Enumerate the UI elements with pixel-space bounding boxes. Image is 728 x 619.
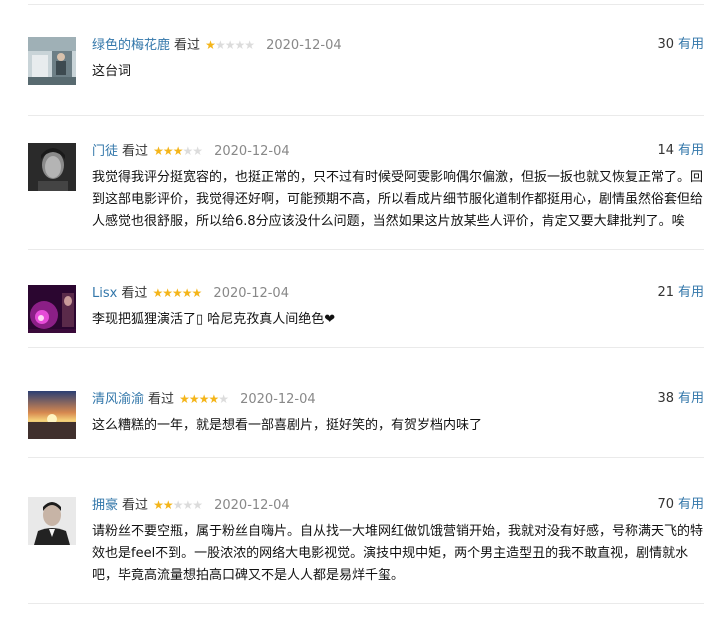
rating-stars: ★★★★★ [153,144,203,158]
comment-date: 2020-12-04 [213,286,289,301]
vote-area: 21 有用 [657,283,704,303]
watched-label: 看过 [122,144,149,159]
comment-date: 2020-12-04 [214,498,290,513]
divider [28,249,704,250]
vote-area: 38 有用 [657,389,704,409]
username-link[interactable]: 清风渝渝 [92,392,144,407]
watched-label: 看过 [174,38,201,53]
watched-label: 看过 [122,498,149,513]
vote-area: 30 有用 [657,35,704,55]
watched-label: 看过 [148,392,175,407]
vote-count: 38 [657,391,674,406]
vote-count: 30 [657,37,674,52]
avatar[interactable] [28,37,76,85]
username-link[interactable]: 绿色的梅花鹿 [92,38,170,53]
username-link[interactable]: Lisx [92,286,117,301]
comment-meta: 拥豪 看过 ★★★★★ 2020-12-04 [92,495,290,515]
comment-meta: 门徒 看过 ★★★★★ 2020-12-04 [92,141,290,161]
divider [28,347,704,348]
divider [28,457,704,458]
rating-stars: ★★★★★ [153,498,203,512]
avatar[interactable] [28,497,76,545]
divider [28,115,704,116]
vote-area: 70 有用 [657,495,704,515]
comment-meta: 绿色的梅花鹿 看过 ★★★★★ 2020-12-04 [92,35,342,55]
comment-text: 李现把狐狸演活了▯ 哈尼克孜真人间绝色❤ [92,312,336,327]
watched-label: 看过 [121,286,148,301]
comment-text: 请粉丝不要空瓶，属于粉丝自嗨片。自从找一大堆网红做饥饿营销开始，我就对没有好感，… [92,524,704,583]
username-link[interactable]: 门徒 [92,144,118,159]
comment-text: 这么糟糕的一年，就是想看一部喜剧片，挺好笑的，有贺岁档内味了 [92,418,483,433]
rating-stars: ★★★★★ [152,286,202,300]
rating-stars: ★★★★★ [205,38,255,52]
useful-button[interactable]: 有用 [678,285,704,300]
useful-button[interactable]: 有用 [678,37,704,52]
useful-button[interactable]: 有用 [678,391,704,406]
vote-area: 14 有用 [657,141,704,161]
useful-button[interactable]: 有用 [678,143,704,158]
comment-date: 2020-12-04 [240,392,316,407]
top-divider [28,4,704,5]
vote-count: 21 [657,285,674,300]
comment-text: 我觉得我评分挺宽容的，也挺正常的，只不过有时候受阿雯影响偶尔偏激，但扳一扳也就又… [92,170,704,229]
divider [28,603,704,604]
vote-count: 70 [657,497,674,512]
avatar[interactable] [28,391,76,439]
comment-date: 2020-12-04 [266,38,342,53]
useful-button[interactable]: 有用 [678,497,704,512]
vote-count: 14 [657,143,674,158]
rating-stars: ★★★★★ [179,392,229,406]
avatar[interactable] [28,143,76,191]
comment-text: 这台词 [92,64,132,79]
comment-meta: 清风渝渝 看过 ★★★★★ 2020-12-04 [92,389,316,409]
username-link[interactable]: 拥豪 [92,498,118,513]
avatar[interactable] [28,285,76,333]
comment-date: 2020-12-04 [214,144,290,159]
comment-meta: Lisx 看过 ★★★★★ 2020-12-04 [92,283,289,303]
